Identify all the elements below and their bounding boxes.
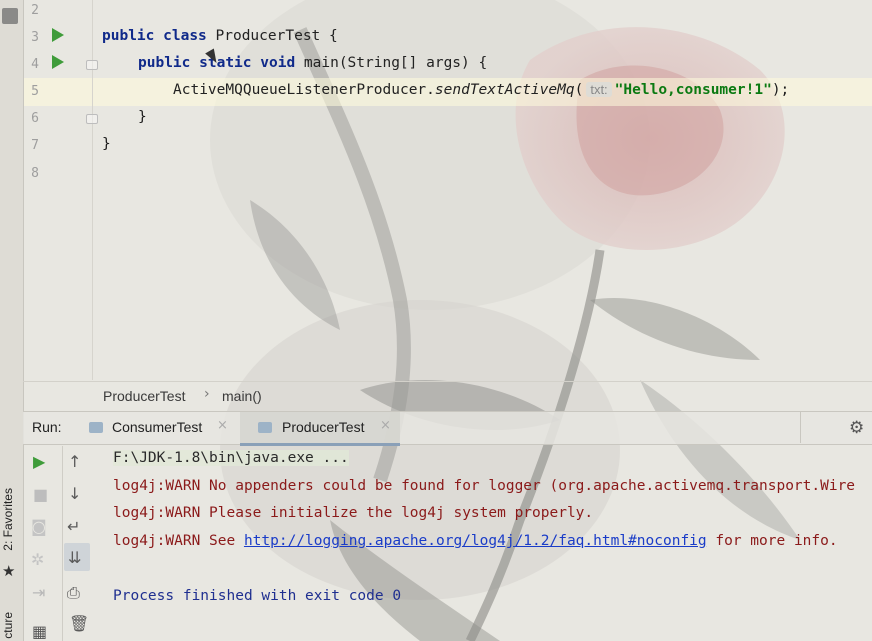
code-text: main(String[] args) {	[303, 55, 488, 71]
breadcrumb-separator: ›	[204, 386, 210, 402]
keyword: void	[260, 55, 296, 71]
console-exit-message: Process finished with exit code 0	[113, 588, 402, 604]
login-icon[interactable]: ⇥	[32, 583, 45, 602]
toolbar-divider	[62, 446, 63, 641]
breadcrumb-class[interactable]: ProducerTest	[103, 388, 185, 404]
fold-marker-icon[interactable]	[86, 60, 98, 70]
code-method: sendTextActiveMq	[434, 82, 575, 98]
line-number: 4	[31, 57, 39, 72]
code-text: ProducerTest {	[215, 28, 338, 44]
layout-icon[interactable]: ▦	[32, 622, 47, 641]
code-line-5: ActiveMQQueueListenerProducer.sendTextAc…	[173, 82, 789, 98]
run-config-icon	[89, 422, 103, 433]
tab-consumertest[interactable]: ConsumerTest ×	[85, 412, 235, 443]
console-warning: log4j:WARN See http://logging.apache.org…	[113, 533, 838, 549]
keyword: class	[163, 28, 207, 44]
star-icon[interactable]: ★	[2, 562, 15, 580]
camera-icon[interactable]: ◙	[31, 517, 47, 536]
print-icon[interactable]: ⎙	[67, 583, 80, 603]
code-line-4: public static void main(String[] args) {	[138, 55, 487, 71]
project-folder-icon[interactable]	[2, 8, 18, 24]
rerun-icon[interactable]: ▶	[33, 452, 45, 471]
parameter-hint: txt:	[586, 82, 612, 97]
console-warning: log4j:WARN Please initialize the log4j s…	[113, 505, 594, 521]
console-warning: log4j:WARN No appenders could be found f…	[113, 478, 856, 494]
arrow-up-icon[interactable]: ↑	[68, 452, 81, 471]
line-number: 8	[31, 166, 39, 181]
structure-tool-label[interactable]: cture	[1, 612, 15, 639]
code-paren: (	[574, 82, 584, 98]
fold-marker-icon[interactable]	[86, 114, 98, 124]
tab-label: ProducerTest	[282, 419, 365, 435]
console-warning-prefix: log4j:WARN See	[113, 533, 244, 549]
favorites-tool-label[interactable]: 2: Favorites	[1, 488, 15, 551]
arrow-down-icon[interactable]: ↓	[68, 484, 81, 503]
soft-wrap-icon[interactable]: ↵	[67, 517, 80, 536]
keyword: public	[102, 28, 155, 44]
line-number: 6	[31, 111, 39, 126]
breadcrumb-method[interactable]: main()	[222, 388, 262, 404]
settings-disabled-icon[interactable]: ✲	[31, 550, 44, 569]
line-number: 7	[31, 138, 39, 153]
run-main-icon[interactable]	[52, 55, 64, 69]
left-tool-strip: 2: Favorites ★ cture	[0, 0, 24, 641]
code-line-7: }	[102, 136, 111, 152]
code-line-6: }	[138, 109, 147, 125]
run-panel-label: Run:	[32, 419, 62, 435]
tab-label: ConsumerTest	[112, 419, 203, 435]
run-config-icon	[258, 422, 272, 433]
run-class-icon[interactable]	[52, 28, 64, 42]
keyword: public	[138, 55, 191, 71]
tab-producertest[interactable]: ProducerTest ×	[240, 412, 400, 446]
line-number: 3	[31, 30, 39, 45]
gutter-divider	[92, 0, 93, 380]
stop-icon[interactable]: ■	[33, 485, 48, 504]
scroll-to-end-icon[interactable]: ⇊	[68, 548, 81, 567]
code-string: "Hello,consumer!1"	[614, 82, 772, 98]
line-number: 2	[31, 3, 39, 18]
line-number: 5	[31, 84, 39, 99]
code-class: ActiveMQQueueListenerProducer.	[173, 82, 435, 98]
console-link[interactable]: http://logging.apache.org/log4j/1.2/faq.…	[244, 533, 707, 549]
code-paren: );	[771, 82, 790, 98]
close-icon[interactable]: ×	[380, 418, 391, 433]
code-line-3: public class ProducerTest {	[102, 28, 338, 44]
console-warning-suffix: for more info.	[706, 533, 838, 549]
gear-icon[interactable]: ⚙	[849, 418, 864, 438]
divider	[800, 412, 801, 443]
console-command: F:\JDK-1.8\bin\java.exe ...	[113, 450, 349, 466]
trash-icon[interactable]: 🗑	[69, 614, 89, 633]
close-icon[interactable]: ×	[217, 418, 228, 433]
